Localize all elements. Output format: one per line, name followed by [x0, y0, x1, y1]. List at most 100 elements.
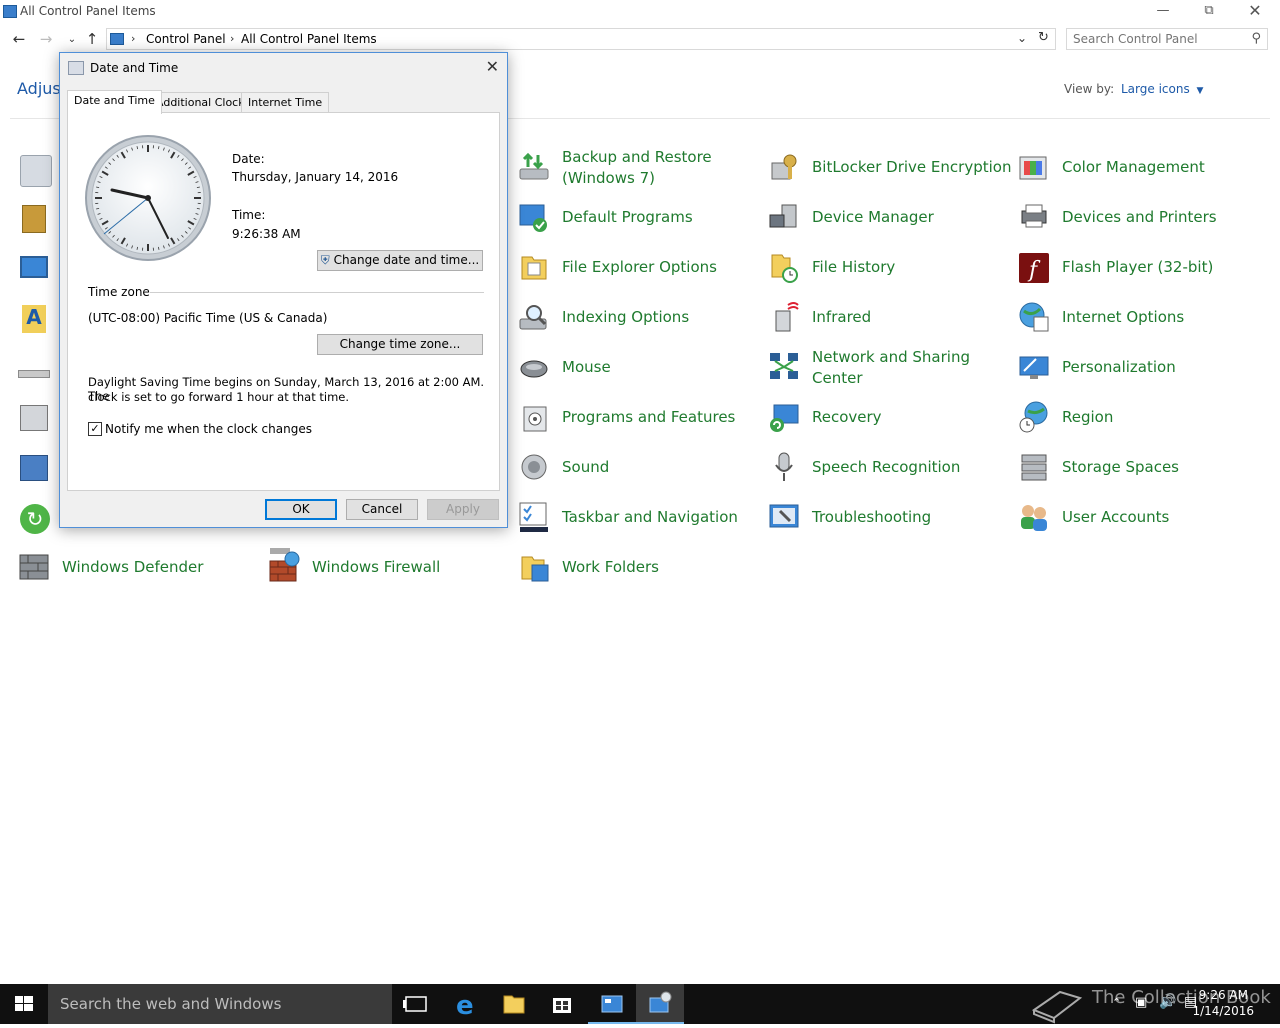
start-button[interactable]: [0, 984, 48, 1024]
taskbar-search-placeholder: Search the web and Windows: [60, 995, 281, 1013]
store-button[interactable]: [538, 984, 586, 1024]
forward-arrow-icon[interactable]: →: [36, 30, 56, 48]
minimize-icon: —: [1157, 3, 1170, 18]
taskbar-search-box[interactable]: Search the web and Windows: [48, 984, 392, 1024]
item-label: Taskbar and Navigation: [562, 507, 762, 528]
dialog-close-button[interactable]: ✕: [486, 57, 499, 76]
edge-icon: e: [442, 984, 490, 1024]
item-storage-spaces[interactable]: Storage Spaces: [1018, 447, 1258, 491]
storage-icon: [1018, 451, 1050, 483]
address-bar[interactable]: › Control Panel › All Control Panel Item…: [106, 28, 1056, 50]
item-infrared[interactable]: Infrared: [768, 297, 1008, 341]
tab-date-and-time[interactable]: Date and Time: [67, 90, 162, 114]
windows-logo-icon: [0, 984, 48, 1024]
sync-center-icon[interactable]: ↻: [20, 504, 50, 534]
search-input[interactable]: [1073, 31, 1243, 47]
item-devices-and-printers[interactable]: Devices and Printers: [1018, 197, 1258, 241]
item-indexing-options[interactable]: Indexing Options: [518, 297, 758, 341]
minimize-button[interactable]: —: [1140, 0, 1186, 24]
item-label: Sound: [562, 457, 762, 478]
task-view-icon: [392, 984, 440, 1024]
item-color-management[interactable]: Color Management: [1018, 147, 1258, 191]
restore-button[interactable]: ⧉: [1186, 0, 1232, 24]
breadcrumb-separator-icon: ›: [230, 32, 234, 45]
breadcrumb-all-items[interactable]: All Control Panel Items: [241, 32, 377, 46]
item-label: Default Programs: [562, 207, 762, 228]
refresh-icon[interactable]: ↻: [1038, 30, 1049, 45]
item-taskbar-and-navigation[interactable]: Taskbar and Navigation: [518, 497, 758, 541]
ok-button[interactable]: OK: [265, 499, 337, 520]
analog-clock: [84, 134, 212, 266]
timezone-divider: [150, 292, 484, 293]
up-arrow-icon[interactable]: ↑: [82, 30, 102, 48]
folder-icon: [490, 984, 538, 1024]
control-panel-taskbar-button[interactable]: [588, 984, 636, 1024]
close-button[interactable]: ✕: [1232, 0, 1278, 24]
phone-modem-icon[interactable]: [20, 405, 48, 431]
item-programs-and-features[interactable]: Programs and Features: [518, 397, 758, 441]
item-speech-recognition[interactable]: Speech Recognition: [768, 447, 1008, 491]
item-personalization[interactable]: Personalization: [1018, 347, 1258, 391]
taskbar-clock-time[interactable]: 9:26 AM: [1199, 988, 1248, 1002]
show-hidden-icons-chevron-icon[interactable]: ⌃: [1112, 996, 1121, 1009]
view-by-value: Large icons: [1121, 82, 1190, 96]
date-time-icon: [636, 984, 684, 1024]
taskbar: Search the web and Windows e The Collect…: [0, 984, 1280, 1024]
item-sound[interactable]: Sound: [518, 447, 758, 491]
item-troubleshooting[interactable]: Troubleshooting: [768, 497, 1008, 541]
change-date-time-label: Change date and time...: [334, 253, 480, 267]
item-label: Infrared: [812, 307, 1012, 328]
item-region[interactable]: Region: [1018, 397, 1258, 441]
display-icon[interactable]: [20, 256, 48, 278]
item-device-manager[interactable]: Device Manager: [768, 197, 1008, 241]
item-flash-player[interactable]: f Flash Player (32-bit): [1018, 247, 1258, 291]
change-date-time-button[interactable]: ⛨ Change date and time...: [317, 250, 483, 271]
item-default-programs[interactable]: Default Programs: [518, 197, 758, 241]
item-recovery[interactable]: Recovery: [768, 397, 1008, 441]
edge-button[interactable]: e: [442, 984, 490, 1024]
remoteapp-icon[interactable]: [20, 455, 48, 481]
taskbar-clock-date[interactable]: 1/14/2016: [1192, 1004, 1254, 1018]
keyboard-icon[interactable]: [18, 370, 50, 378]
item-mouse[interactable]: Mouse: [518, 347, 758, 391]
cancel-button[interactable]: Cancel: [346, 499, 418, 520]
defender-icon: [18, 551, 50, 583]
action-center-icon[interactable]: [20, 155, 52, 187]
item-windows-defender[interactable]: Windows Defender: [18, 547, 258, 591]
change-timezone-button[interactable]: Change time zone...: [317, 334, 483, 355]
backup-icon: [518, 151, 550, 183]
recent-locations-chevron-icon[interactable]: ⌄: [62, 34, 82, 45]
item-bitlocker[interactable]: BitLocker Drive Encryption: [768, 147, 1008, 191]
taskbar-icon: [518, 501, 550, 533]
date-time-taskbar-button[interactable]: [636, 984, 684, 1024]
file-explorer-button[interactable]: [490, 984, 538, 1024]
item-windows-firewall[interactable]: Windows Firewall: [268, 547, 508, 591]
address-dropdown-icon[interactable]: ⌄: [1017, 31, 1027, 45]
notify-checkbox[interactable]: ✓: [88, 422, 102, 436]
fonts-icon[interactable]: A: [22, 305, 46, 333]
item-label: Personalization: [1062, 357, 1262, 378]
item-work-folders[interactable]: Work Folders: [518, 547, 758, 591]
item-backup-and-restore[interactable]: Backup and Restore (Windows 7): [518, 147, 758, 191]
timezone-value: (UTC-08:00) Pacific Time (US & Canada): [88, 311, 327, 325]
item-user-accounts[interactable]: User Accounts: [1018, 497, 1258, 541]
volume-icon[interactable]: 🔊: [1159, 994, 1176, 1010]
search-icon[interactable]: ⚲: [1251, 31, 1261, 46]
search-box[interactable]: ⚲: [1066, 28, 1268, 50]
item-label: Flash Player (32-bit): [1062, 257, 1262, 278]
item-internet-options[interactable]: Internet Options: [1018, 297, 1258, 341]
view-by-dropdown[interactable]: Large icons ▼: [1121, 82, 1203, 96]
item-file-history[interactable]: File History: [768, 247, 1008, 291]
back-arrow-icon[interactable]: ←: [9, 30, 29, 48]
date-time-icon: [68, 61, 84, 75]
item-network-and-sharing[interactable]: Network and Sharing Center: [768, 347, 1008, 391]
personalization-icon: [1018, 351, 1050, 383]
apply-button[interactable]: Apply: [427, 499, 499, 520]
network-tray-icon[interactable]: ▣: [1135, 995, 1147, 1010]
breadcrumb-control-panel[interactable]: Control Panel: [146, 32, 226, 46]
task-view-button[interactable]: [392, 984, 440, 1024]
item-file-explorer-options[interactable]: File Explorer Options: [518, 247, 758, 291]
admin-tools-icon[interactable]: [22, 205, 46, 233]
notify-label[interactable]: Notify me when the clock changes: [105, 422, 312, 436]
tab-internet-time[interactable]: Internet Time: [241, 92, 329, 113]
